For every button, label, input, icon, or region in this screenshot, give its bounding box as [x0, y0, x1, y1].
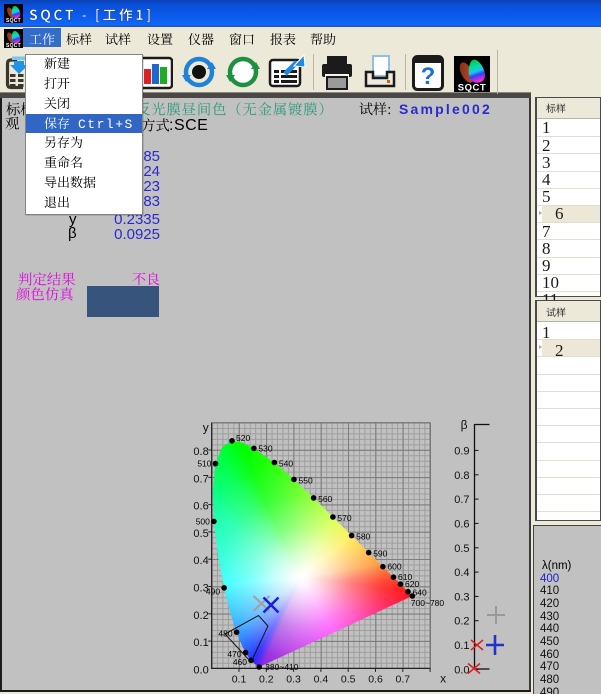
svg-text:0.6: 0.6	[368, 673, 383, 685]
svg-text:0.7: 0.7	[454, 494, 469, 506]
svg-text:380~410: 380~410	[265, 662, 299, 672]
svg-text:540: 540	[279, 459, 293, 469]
svg-text:0.1: 0.1	[454, 640, 469, 652]
svg-text:0.6: 0.6	[193, 501, 208, 513]
svg-text:0.0: 0.0	[454, 664, 469, 676]
svg-text:570: 570	[337, 513, 351, 523]
svg-text:590: 590	[373, 549, 387, 559]
svg-text:530: 530	[258, 443, 272, 453]
svg-text:0.5: 0.5	[454, 543, 469, 555]
svg-text:600: 600	[387, 562, 401, 572]
svg-text:0.3: 0.3	[286, 673, 301, 685]
svg-text:0.2: 0.2	[193, 610, 208, 622]
svg-text:700~780: 700~780	[411, 598, 445, 608]
svg-text:550: 550	[299, 475, 313, 485]
svg-text:0.1: 0.1	[232, 673, 247, 685]
svg-text:0.5: 0.5	[341, 673, 356, 685]
svg-text:0.7: 0.7	[395, 673, 410, 685]
svg-text:?: ?	[421, 63, 436, 90]
svg-text:560: 560	[318, 494, 332, 504]
svg-text:520: 520	[236, 433, 250, 443]
svg-text:0.0: 0.0	[193, 664, 208, 676]
svg-text:0.7: 0.7	[193, 473, 208, 485]
svg-text:0.3: 0.3	[454, 591, 469, 603]
svg-text:470: 470	[227, 649, 241, 659]
svg-text:0.4: 0.4	[314, 673, 329, 685]
svg-text:x: x	[440, 671, 446, 685]
svg-text:0.5: 0.5	[193, 528, 208, 540]
svg-text:0.9: 0.9	[454, 445, 469, 457]
svg-text:510: 510	[197, 459, 211, 469]
svg-text:y: y	[203, 421, 209, 435]
svg-text:0.1: 0.1	[193, 637, 208, 649]
svg-text:490: 490	[206, 586, 220, 596]
svg-text:0.2: 0.2	[259, 673, 274, 685]
svg-text:0.6: 0.6	[454, 518, 469, 530]
svg-text:580: 580	[356, 532, 370, 542]
svg-text:SQCT: SQCT	[6, 43, 21, 48]
svg-text:0.2: 0.2	[454, 616, 469, 628]
svg-text:β: β	[461, 418, 468, 432]
svg-text:500: 500	[196, 516, 210, 526]
svg-text:0.4: 0.4	[454, 567, 469, 579]
svg-text:SQCT: SQCT	[6, 18, 21, 23]
svg-text:0.8: 0.8	[454, 470, 469, 482]
svg-text:0.8: 0.8	[193, 446, 208, 458]
svg-text:0.4: 0.4	[193, 555, 208, 567]
svg-text:SQCT: SQCT	[458, 83, 486, 93]
